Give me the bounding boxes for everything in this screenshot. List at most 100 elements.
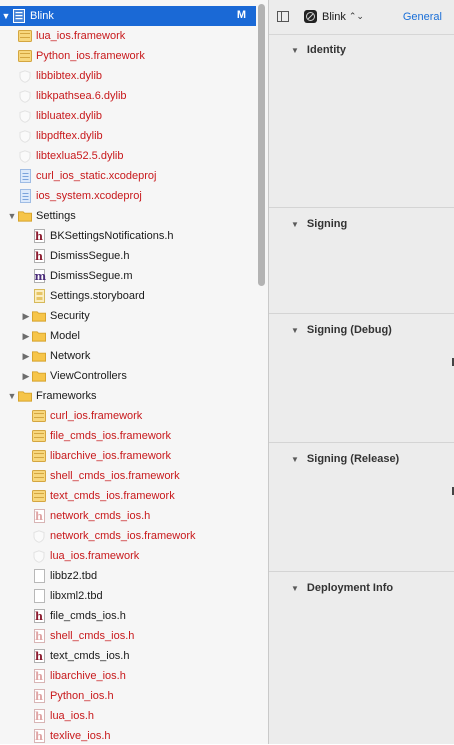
file-label: Security: [50, 310, 90, 322]
file-row[interactable]: libarchive_ios.framework: [0, 446, 256, 466]
file-row[interactable]: ▶ Security: [0, 306, 256, 326]
project-row-blink[interactable]: ▼ Blink M: [0, 6, 256, 26]
disclosure-collapsed-icon[interactable]: ▶: [20, 331, 32, 342]
file-label: lua_ios.framework: [50, 550, 140, 562]
file-row[interactable]: text_cmds_ios.framework: [0, 486, 256, 506]
file-row[interactable]: ▶ ViewControllers: [0, 366, 256, 386]
file-label: libluatex.dylib: [36, 110, 103, 122]
disclosure-expanded-icon[interactable]: ▼: [291, 584, 299, 593]
disclosure-expanded-icon[interactable]: ▼: [291, 326, 299, 335]
disclosure-collapsed-icon[interactable]: ▶: [20, 311, 32, 322]
file-row[interactable]: h shell_cmds_ios.h: [0, 626, 256, 646]
file-row[interactable]: libpdftex.dylib: [0, 126, 256, 146]
file-row[interactable]: libbibtex.dylib: [0, 66, 256, 86]
folder-icon: [32, 349, 46, 364]
tab-general[interactable]: General: [403, 11, 442, 23]
section-title-identity: Identity: [306, 44, 347, 56]
section-title-signing-release: Signing (Release): [306, 453, 400, 465]
disclosure-expanded-icon[interactable]: ▼: [0, 11, 12, 21]
file-row[interactable]: libxml2.tbd: [0, 586, 256, 606]
file-label: Settings: [36, 210, 76, 222]
file-label: libkpathsea.6.dylib: [36, 90, 127, 102]
storyboard-icon: [32, 289, 46, 304]
sidebar-toggle-icon[interactable]: [277, 11, 289, 22]
section-deployment-info: ▼ Deployment Info: [269, 571, 454, 745]
file-row[interactable]: lua_ios.framework: [0, 546, 256, 566]
file-row[interactable]: lua_ios.framework: [0, 26, 256, 46]
file-row[interactable]: h text_cmds_ios.h: [0, 646, 256, 666]
section-header[interactable]: ▼ Signing (Release): [291, 453, 399, 465]
file-row[interactable]: ▼ Settings: [0, 206, 256, 226]
file-label: network_cmds_ios.framework: [50, 530, 196, 542]
disclosure-expanded-icon[interactable]: ▼: [291, 455, 299, 464]
file-row[interactable]: ▶ Network: [0, 346, 256, 366]
file-row[interactable]: Python_ios.framework: [0, 46, 256, 66]
file-row[interactable]: h lua_ios.h: [0, 706, 256, 726]
editor-toolbar: Blink ⌃⌄ General: [269, 0, 454, 35]
file-label: curl_ios_static.xcodeproj: [36, 170, 157, 182]
file-label: Python_ios.framework: [36, 50, 145, 62]
file-label: lua_ios.h: [50, 710, 95, 722]
target-picker[interactable]: Blink ⌃⌄: [304, 10, 364, 23]
file-row[interactable]: h Python_ios.h: [0, 686, 256, 706]
header-file-icon: h: [33, 709, 45, 723]
file-label: text_cmds_ios.h: [50, 650, 130, 662]
file-row[interactable]: libbz2.tbd: [0, 566, 256, 586]
file-row[interactable]: m DismissSegue.m: [0, 266, 256, 286]
folder-icon: [32, 329, 46, 344]
file-row[interactable]: h DismissSegue.h: [0, 246, 256, 266]
disclosure-collapsed-icon[interactable]: ▶: [20, 371, 32, 382]
file-label: shell_cmds_ios.h: [50, 630, 135, 642]
file-row[interactable]: shell_cmds_ios.framework: [0, 466, 256, 486]
disclosure-expanded-icon[interactable]: ▼: [6, 211, 18, 221]
file-row[interactable]: ▼ Frameworks: [0, 386, 256, 406]
section-header[interactable]: ▼ Signing (Debug): [291, 324, 392, 336]
header-file-icon: h: [33, 689, 45, 703]
header-file-icon: h: [33, 729, 45, 743]
file-row[interactable]: h BKSettingsNotifications.h: [0, 226, 256, 246]
file-row[interactable]: h libarchive_ios.h: [0, 666, 256, 686]
file-row[interactable]: curl_ios_static.xcodeproj: [0, 166, 256, 186]
section-header[interactable]: ▼ Identity: [291, 44, 346, 56]
disclosure-collapsed-icon[interactable]: ▶: [20, 351, 32, 362]
section-header[interactable]: ▼ Signing: [291, 218, 347, 230]
file-label: libtexlua52.5.dylib: [36, 150, 124, 162]
project-navigator: ▼ Blink M lua_ios.framework Python_ios.fr…: [0, 0, 268, 744]
file-row[interactable]: curl_ios.framework: [0, 406, 256, 426]
navigator-scrollbar-thumb[interactable]: [258, 4, 265, 286]
file-label: shell_cmds_ios.framework: [50, 470, 180, 482]
file-label: Settings.storyboard: [50, 290, 145, 302]
file-row[interactable]: libtexlua52.5.dylib: [0, 146, 256, 166]
file-row[interactable]: h file_cmds_ios.h: [0, 606, 256, 626]
library-shield-icon: [18, 149, 32, 164]
project-editor: Blink ⌃⌄ General ▼ Identity ▼ Signing ▼ …: [269, 0, 454, 744]
file-row[interactable]: libkpathsea.6.dylib: [0, 86, 256, 106]
file-row[interactable]: ▶ Model: [0, 326, 256, 346]
file-row[interactable]: h texlive_ios.h: [0, 726, 256, 744]
library-shield-icon: [32, 529, 46, 544]
library-shield-icon: [18, 109, 32, 124]
library-shield-icon: [18, 69, 32, 84]
section-signing-release: ▼ Signing (Release): [269, 442, 454, 571]
file-row[interactable]: Settings.storyboard: [0, 286, 256, 306]
library-shield-icon: [18, 89, 32, 104]
project-file-icon: [12, 9, 26, 24]
file-label: curl_ios.framework: [50, 410, 143, 422]
section-identity: ▼ Identity: [269, 34, 454, 206]
file-label: libpdftex.dylib: [36, 130, 103, 142]
disclosure-expanded-icon[interactable]: ▼: [6, 391, 18, 401]
header-file-icon: h: [33, 249, 45, 263]
section-header[interactable]: ▼ Deployment Info: [291, 582, 393, 594]
file-label: ViewControllers: [50, 370, 127, 382]
file-row[interactable]: h network_cmds_ios.h: [0, 506, 256, 526]
file-row[interactable]: network_cmds_ios.framework: [0, 526, 256, 546]
file-label: lua_ios.framework: [36, 30, 126, 42]
file-row[interactable]: libluatex.dylib: [0, 106, 256, 126]
folder-icon: [32, 309, 46, 324]
file-label: libxml2.tbd: [50, 590, 103, 602]
framework-icon: [18, 49, 32, 64]
file-row[interactable]: file_cmds_ios.framework: [0, 426, 256, 446]
disclosure-expanded-icon[interactable]: ▼: [291, 220, 299, 229]
disclosure-expanded-icon[interactable]: ▼: [291, 46, 299, 55]
file-row[interactable]: ios_system.xcodeproj: [0, 186, 256, 206]
